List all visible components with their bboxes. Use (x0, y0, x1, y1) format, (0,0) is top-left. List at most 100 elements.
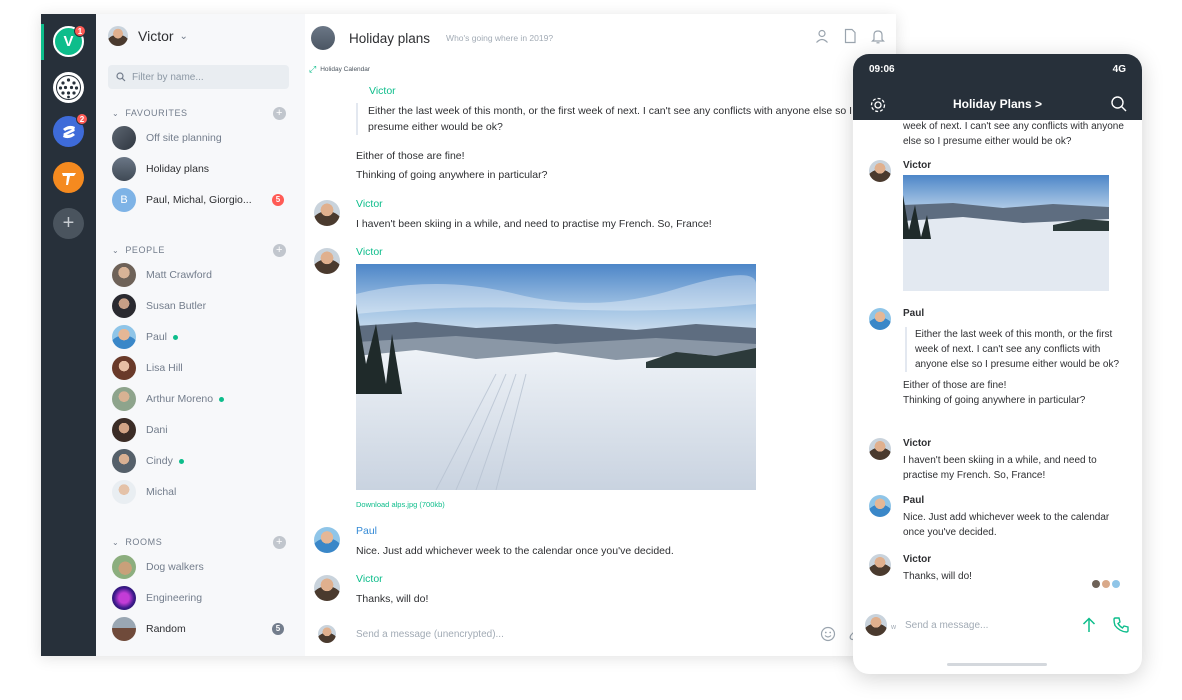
room-item-holiday-plans[interactable]: Holiday plans (112, 156, 288, 182)
room-header-avatar[interactable] (311, 26, 335, 50)
breadcrumb[interactable]: ⤢ Holiday Calendar (309, 64, 370, 75)
phone-room-title[interactable]: Holiday Plans > (953, 97, 1042, 111)
phone-message-sender: Paul (903, 495, 925, 506)
room-name: Random (146, 623, 186, 635)
gear-icon[interactable] (869, 96, 887, 114)
message-avatar[interactable] (314, 527, 340, 553)
person-item-lisa-hill[interactable]: Lisa Hill (112, 355, 288, 381)
status-network: 4G (1112, 64, 1126, 75)
person-avatar (112, 387, 136, 411)
active-space-indicator (41, 24, 44, 60)
user-name: Victor (138, 28, 174, 44)
download-link[interactable]: Download alps.jpg (700kb) (356, 500, 876, 509)
online-indicator (178, 458, 184, 464)
notifications-icon[interactable] (870, 28, 886, 44)
message-line: Either of those are fine! (356, 150, 465, 162)
room-topic: Who's going where in 2019? (446, 33, 554, 43)
room-avatar (112, 617, 136, 641)
message-continuation: Either of those are fine! Thinking of go… (356, 148, 876, 183)
favourites-header[interactable]: ⌄ FAVOURITES + (112, 106, 286, 120)
room-header: Holiday plans Who's going where in 2019? (305, 14, 896, 62)
add-space-button[interactable]: + (53, 208, 84, 239)
phone-alps-graphic (903, 175, 1109, 291)
message-avatar[interactable] (314, 248, 340, 274)
phone-message-avatar[interactable] (869, 308, 891, 330)
search-icon[interactable] (1110, 95, 1128, 113)
chevron-down-icon: ⌄ (112, 537, 120, 547)
chevron-down-icon: ⌄ (179, 30, 188, 42)
space-user-avatar[interactable]: V 1 (53, 25, 86, 57)
message-sender[interactable]: Victor (369, 85, 876, 97)
s-space-icon[interactable]: 2 (53, 113, 88, 147)
room-title[interactable]: Holiday plans (349, 31, 430, 46)
person-item-paul[interactable]: Paul (112, 324, 288, 350)
message-avatar[interactable] (314, 200, 340, 226)
phone-message-avatar[interactable] (869, 160, 891, 182)
message-paul: Paul Nice. Just add whichever week to th… (314, 525, 876, 559)
phone-message-avatar[interactable] (869, 554, 891, 576)
room-avatar: B (112, 188, 136, 212)
add-room-button[interactable]: + (273, 535, 286, 549)
composer-mode-label: w (891, 624, 897, 631)
call-icon[interactable] (1112, 616, 1130, 634)
read-receipts[interactable] (1092, 580, 1120, 588)
files-icon[interactable] (842, 28, 858, 44)
add-person-button[interactable]: + (273, 243, 286, 257)
message-quote: Either the last week of this month, or t… (356, 103, 876, 135)
emoji-icon[interactable] (820, 626, 836, 642)
person-item-cindy[interactable]: Cindy (112, 448, 288, 474)
member-list-icon[interactable] (814, 28, 830, 44)
phone-message-victor-skiing: Victor I haven't been skiing in a while,… (869, 438, 1124, 483)
room-item-dog-walkers[interactable]: Dog walkers (112, 554, 288, 580)
room-item-random[interactable]: Random 5 (112, 616, 288, 642)
filter-box[interactable] (108, 65, 289, 89)
phone-alps-image[interactable] (903, 175, 1109, 291)
spaces-bar: V 1 2 + (41, 14, 96, 656)
phone-message-paul-quote: Paul Either the last week of this month,… (869, 308, 1124, 408)
home-indicator (947, 663, 1047, 666)
person-item-matt-crawford[interactable]: Matt Crawford (112, 262, 288, 288)
room-name: Off site planning (146, 132, 222, 144)
send-arrow-icon[interactable] (1080, 616, 1098, 634)
rooms-header[interactable]: ⌄ ROOMS + (112, 535, 286, 549)
message-input[interactable] (356, 628, 656, 640)
phone-message-quote: Either the last week of this month, or t… (905, 327, 1124, 372)
room-item-engineering[interactable]: Engineering (112, 585, 288, 611)
desktop-window: V 1 2 + Victor ⌄ Filter by name... ⌄ FAV… (41, 14, 896, 656)
message-sender[interactable]: Paul (356, 525, 876, 537)
phone-message-avatar[interactable] (869, 495, 891, 517)
room-item-off-site-planning[interactable]: Off site planning (112, 125, 288, 151)
add-favourite-button[interactable]: + (273, 106, 286, 120)
expand-arrows-icon: ⤢ (309, 64, 317, 74)
message-sender[interactable]: Victor (356, 573, 876, 585)
user-menu[interactable]: Victor ⌄ (108, 26, 188, 46)
phone-message-avatar[interactable] (869, 438, 891, 460)
phone-message-input[interactable] (905, 619, 1035, 631)
message-victor-thanks: Victor Thanks, will do! (314, 573, 876, 607)
space-badge: 2 (76, 113, 88, 125)
filter-input[interactable] (132, 71, 282, 83)
person-item-susan-butler[interactable]: Susan Butler (112, 293, 288, 319)
read-receipt-avatar (1102, 580, 1110, 588)
message-sender[interactable]: Victor (356, 246, 876, 258)
ball-space-icon[interactable] (53, 72, 84, 103)
phone-message-text: I haven't been skiing in a while, and ne… (903, 455, 1097, 481)
message-sender[interactable]: Victor (356, 198, 876, 210)
unread-badge: 5 (272, 623, 284, 635)
room-item-group-dm[interactable]: B Paul, Michal, Giorgio... 5 (112, 187, 288, 213)
person-item-arthur-moreno[interactable]: Arthur Moreno (112, 386, 288, 412)
t-space-icon[interactable] (53, 162, 84, 193)
room-name: Holiday plans (146, 163, 210, 175)
person-item-michal[interactable]: Michal (112, 479, 288, 505)
person-avatar (112, 263, 136, 287)
chevron-down-icon: ⌄ (112, 108, 120, 118)
online-indicator (173, 334, 179, 340)
alps-image[interactable] (356, 264, 756, 490)
people-header[interactable]: ⌄ PEOPLE + (112, 243, 286, 257)
person-avatar (112, 480, 136, 504)
phone-message-victor-image: Victor (869, 160, 1124, 291)
person-name: Michal (146, 486, 177, 498)
message-avatar[interactable] (314, 575, 340, 601)
person-avatar (112, 449, 136, 473)
person-item-dani[interactable]: Dani (112, 417, 288, 443)
